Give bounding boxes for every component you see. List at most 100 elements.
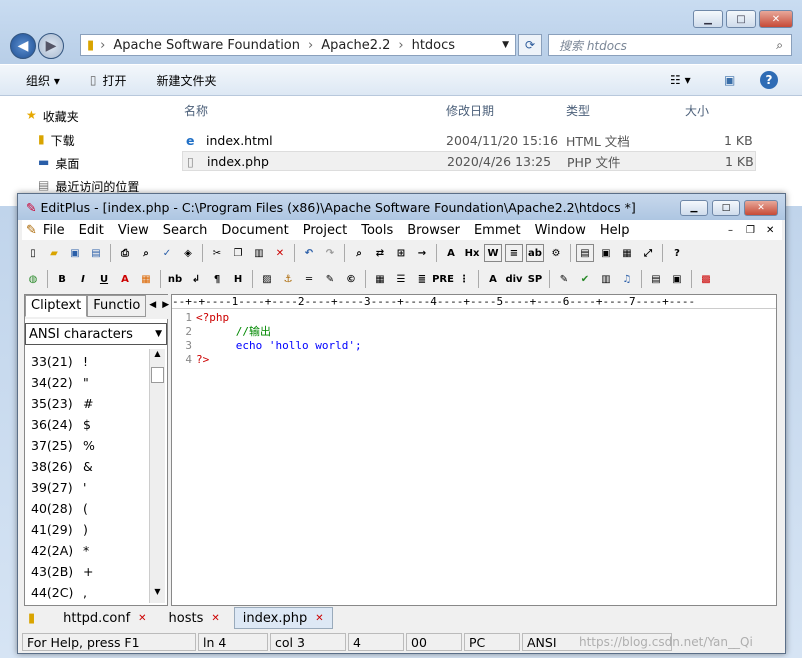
tab-functions[interactable]: Functio	[87, 295, 147, 317]
list-item[interactable]: 43(2B) +	[25, 561, 147, 582]
tab-scroll-left-icon[interactable]: ◀	[146, 295, 159, 319]
find-icon[interactable]: ⌕	[350, 244, 368, 262]
close-tab-icon[interactable]: ✕	[211, 613, 219, 624]
color-picker-icon[interactable]: ▦	[137, 270, 155, 288]
close-tab-icon[interactable]: ✕	[138, 613, 146, 624]
dropdown-icon[interactable]: ▼	[502, 40, 509, 50]
mdi-close-icon[interactable]: ✕	[766, 225, 774, 236]
paragraph-icon[interactable]: ¶	[208, 270, 226, 288]
globe-icon[interactable]: ◍	[24, 270, 42, 288]
code-line[interactable]: 1 <?php	[172, 311, 776, 325]
breadcrumb-item[interactable]: htdocs	[412, 38, 455, 53]
form-icon[interactable]: ✎	[555, 270, 573, 288]
list-item[interactable]: 44(2C),	[25, 582, 147, 603]
hr-icon[interactable]: ═	[300, 270, 318, 288]
file-row[interactable]: e index.html 2004/11/20 15:16 HTML 文档 1 …	[182, 130, 756, 150]
open-icon[interactable]: ▰	[45, 244, 63, 262]
output-window-icon[interactable]: ▣	[597, 244, 615, 262]
search-icon[interactable]: ⌕	[776, 38, 783, 53]
refresh-icon[interactable]: ⟳	[518, 34, 542, 56]
close-button[interactable]: ✕	[744, 200, 778, 216]
spell-check-icon[interactable]: ✓	[158, 244, 176, 262]
back-icon[interactable]: ◀	[10, 33, 36, 59]
ruler-icon[interactable]: ab	[526, 244, 544, 262]
highlight-icon[interactable]: ✎	[321, 270, 339, 288]
list-item[interactable]: 41(29))	[25, 519, 147, 540]
column-name[interactable]: 名称	[184, 102, 208, 119]
list-item[interactable]: 35(23) #	[25, 393, 147, 414]
menu-document[interactable]: Document	[221, 223, 288, 238]
menu-search[interactable]: Search	[163, 223, 208, 238]
copy-icon[interactable]: ❐	[229, 244, 247, 262]
paste-icon[interactable]: ▥	[250, 244, 268, 262]
browser-preview-icon[interactable]: ◈	[179, 244, 197, 262]
media-icon[interactable]: ▥	[597, 270, 615, 288]
font-icon[interactable]: A	[442, 244, 460, 262]
menu-tools[interactable]: Tools	[361, 223, 393, 238]
dropdown-icon[interactable]: ▼	[155, 329, 162, 339]
menu-view[interactable]: View	[118, 223, 149, 238]
style-icon[interactable]: A	[484, 270, 502, 288]
column-type[interactable]: 类型	[566, 102, 590, 119]
list-item[interactable]: 34(22) "	[25, 372, 147, 393]
cliptext-select[interactable]: ANSI characters ▼	[25, 323, 167, 345]
goto-icon[interactable]: →	[413, 244, 431, 262]
breadcrumb-item[interactable]: Apache2.2	[321, 38, 390, 53]
organize-button[interactable]: 组织 ▾	[26, 72, 60, 89]
word-wrap-icon[interactable]: W	[484, 244, 502, 262]
toolbar-a-icon[interactable]: ▤	[647, 270, 665, 288]
mdi-minimize-icon[interactable]: –	[728, 225, 733, 236]
scroll-up-icon[interactable]: ▲	[150, 349, 165, 365]
code-line[interactable]: 2 //输出	[172, 325, 776, 339]
italic-icon[interactable]: I	[74, 270, 92, 288]
menu-edit[interactable]: Edit	[79, 223, 104, 238]
menu-project[interactable]: Project	[303, 223, 347, 238]
list-item[interactable]: 37(25)%	[25, 435, 147, 456]
save-all-icon[interactable]: ▤	[87, 244, 105, 262]
tab-hosts[interactable]: hosts ✕	[161, 607, 228, 629]
mdi-restore-icon[interactable]: ❐	[746, 225, 755, 236]
validate-icon[interactable]: ✔	[576, 270, 594, 288]
list-item[interactable]: 36(24) $	[25, 414, 147, 435]
folder-icon[interactable]: ▮	[28, 611, 35, 626]
delete-icon[interactable]: ✕	[271, 244, 289, 262]
minimize-button[interactable]: ▁	[693, 10, 723, 28]
help-icon[interactable]: ?	[760, 71, 778, 89]
list-item[interactable]: 33(21)!	[25, 351, 147, 372]
toolbar-b-icon[interactable]: ▣	[668, 270, 686, 288]
sidebar-item-downloads[interactable]: ▮ 下载	[38, 132, 75, 149]
settings-icon[interactable]: ⚙	[547, 244, 565, 262]
file-row-selected[interactable]: ▯ index.php 2020/4/26 13:25 PHP 文件 1 KB	[182, 151, 756, 171]
table-icon[interactable]: ▦	[371, 270, 389, 288]
preview-pane-icon[interactable]: ▣	[724, 73, 735, 87]
column-size[interactable]: 大小	[685, 102, 709, 119]
context-help-icon[interactable]: ?	[668, 244, 686, 262]
tab-cliptext[interactable]: Cliptext	[25, 295, 88, 317]
copyright-icon[interactable]: ©	[342, 270, 360, 288]
list-item[interactable]: 42(2A) *	[25, 540, 147, 561]
menu-window[interactable]: Window	[535, 223, 586, 238]
line-number-icon[interactable]: ≡	[505, 244, 523, 262]
scroll-thumb[interactable]	[151, 367, 164, 383]
open-button[interactable]: 打开	[102, 72, 126, 89]
pre-icon[interactable]: PRE	[432, 270, 454, 288]
view-icon[interactable]: ☷ ▾	[670, 73, 691, 87]
save-icon[interactable]: ▣	[66, 244, 84, 262]
menu-browser[interactable]: Browser	[407, 223, 460, 238]
cliptext-window-icon[interactable]: ▤	[576, 244, 594, 262]
maximize-button[interactable]: □	[726, 10, 756, 28]
line-break-icon[interactable]: ↲	[187, 270, 205, 288]
sidebar-item-favorites[interactable]: ★ 收藏夹	[26, 108, 79, 125]
heading-icon[interactable]: Hx	[463, 244, 481, 262]
cut-icon[interactable]: ✂	[208, 244, 226, 262]
music-icon[interactable]: ♫	[618, 270, 636, 288]
menu-help[interactable]: Help	[600, 223, 630, 238]
list-icon[interactable]: ☰	[392, 270, 410, 288]
center-icon[interactable]: ≣	[413, 270, 431, 288]
search-input[interactable]: 搜索 htdocs ⌕	[548, 34, 792, 56]
print-icon[interactable]: ⎙	[116, 244, 134, 262]
redo-icon[interactable]: ↷	[321, 244, 339, 262]
new-folder-button[interactable]: 新建文件夹	[156, 72, 216, 89]
span-icon[interactable]: SP	[526, 270, 544, 288]
scroll-down-icon[interactable]: ▼	[150, 587, 165, 603]
